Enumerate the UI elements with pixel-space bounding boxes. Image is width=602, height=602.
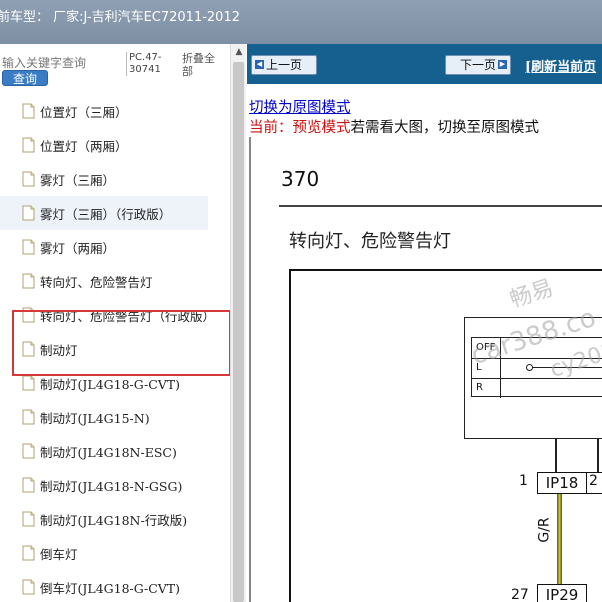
version-label: PC.47-30741 (126, 52, 174, 76)
tree-item-label: 制动灯(JL4G18N-ESC) (40, 444, 177, 460)
tree-item-label: 倒车灯(JL4G18-G-CVT) (40, 580, 181, 596)
tree-item-hovered[interactable]: 雾灯（三厢）（行政版） (0, 196, 208, 230)
document-icon (22, 409, 35, 425)
tree-item[interactable]: 制动灯(JL4G18-N-GSG) (0, 468, 230, 502)
document-icon (22, 511, 35, 527)
document-icon (22, 307, 35, 323)
next-page-button[interactable]: 下一页 ▶ (445, 55, 511, 75)
tree-item-label: 制动灯(JL4G18-G-CVT) (40, 376, 181, 392)
document-icon (22, 341, 35, 357)
document-icon (22, 443, 35, 459)
arrow-right-icon: ▶ (498, 60, 507, 69)
tree-item[interactable]: 制动灯(JL4G18-G-CVT) (0, 366, 230, 400)
wire-color-code: G/R (536, 517, 553, 543)
tree-item-label: 制动灯(JL4G15-N) (40, 410, 150, 426)
document-icon (22, 375, 35, 391)
prev-page-label: 上一页 (265, 58, 302, 72)
app-window: 前车型： 厂家:J-吉利汽车EC72011-2012 查询 PC.47-3074… (0, 0, 602, 602)
switch-row-line (472, 378, 602, 379)
tree-item-label: 转向灯、危险警告灯（行政版） (40, 308, 216, 324)
switch-table: OFF L R (471, 337, 602, 398)
connector-label: IP29 (537, 584, 587, 602)
scroll-up-icon[interactable]: ▲ (231, 44, 247, 60)
tree-item[interactable]: 倒车灯 (0, 536, 230, 570)
wiring-diagram: 370 转向灯、危险警告灯 OFF L R 1 IP18 2 G/R 27 IP… (249, 137, 602, 602)
tree-item[interactable]: 位置灯（两厢） (0, 128, 230, 162)
tree-item[interactable]: 位置灯（三厢） (0, 94, 230, 128)
title-bar: 前车型： 厂家:J-吉利汽车EC72011-2012 (0, 0, 602, 44)
document-icon (22, 477, 35, 493)
diagram-title: 转向灯、危险警告灯 (289, 231, 451, 252)
document-icon (22, 205, 35, 221)
switch-row-label: L (476, 362, 482, 373)
sidebar: 查询 PC.47-30741 折叠全部 位置灯（三厢） 位置灯（两厢） 雾灯（三… (0, 44, 230, 602)
document-icon (22, 171, 35, 187)
tree-item[interactable]: 雾灯（三厢） (0, 162, 230, 196)
tree-item-label: 制动灯 (40, 342, 78, 358)
pin-label: 2 (589, 473, 598, 489)
document-icon (22, 545, 35, 561)
tree-item-label: 制动灯(JL4G18-N-GSG) (40, 478, 183, 494)
viewer-navbar: ◀ 上一页 下一页 ▶ [刷新当前页 (247, 44, 602, 84)
connector-label: IP18 (537, 472, 587, 494)
document-icon (22, 137, 35, 153)
window-title: 前车型： 厂家:J-吉利汽车EC72011-2012 (0, 10, 240, 25)
tree-item[interactable]: 制动灯(JL4G18N-行政版) (0, 502, 230, 536)
tree-item-label: 雾灯（三厢）（行政版） (40, 206, 172, 222)
wire-green-yellow (557, 494, 562, 584)
tree-item-label: 位置灯（三厢） (40, 104, 128, 120)
tree-item-label: 雾灯（两厢） (40, 240, 116, 256)
tree-item[interactable]: 倒车灯(JL4G18-G-CVT) (0, 570, 230, 602)
diagram-page-number: 370 (281, 167, 320, 191)
wire-line (555, 439, 557, 472)
switch-row-line (472, 358, 602, 359)
tree-item-label: 转向灯、危险警告灯 (40, 274, 153, 290)
tree-item[interactable]: 制动灯 (0, 332, 230, 366)
sidebar-scrollbar[interactable]: ▲ (230, 44, 246, 602)
mode-hint: 若需看大图，切换至原图模式 (350, 120, 540, 136)
switch-row-label: R (476, 382, 483, 393)
scroll-thumb[interactable] (233, 62, 244, 602)
search-button[interactable]: 查询 (2, 70, 48, 86)
document-icon (22, 273, 35, 289)
diagram-rule (279, 205, 602, 207)
document-icon (22, 579, 35, 595)
pin-label: 1 (519, 473, 528, 489)
tree-list: 位置灯（三厢） 位置灯（两厢） 雾灯（三厢） 雾灯（三厢）（行政版） 雾灯（两厢… (0, 94, 230, 602)
viewer-panel: ◀ 上一页 下一页 ▶ [刷新当前页 切换为原图模式 当前：预览模式若需看大图，… (247, 44, 602, 602)
next-page-label: 下一页 (459, 58, 496, 72)
tree-item-label: 位置灯（两厢） (40, 138, 128, 154)
search-bar: 查询 PC.47-30741 折叠全部 (0, 44, 230, 90)
switch-column-line (500, 338, 501, 398)
mode-current: 当前：预览模式 (249, 120, 351, 136)
switch-row-label: OFF (476, 342, 496, 353)
collapse-all-button[interactable]: 折叠全部 (182, 52, 222, 78)
prev-page-button[interactable]: ◀ 上一页 (251, 55, 317, 75)
tree-item-label: 制动灯(JL4G18N-行政版) (40, 512, 188, 528)
pin-label: 27 (511, 587, 529, 602)
mode-status: 当前：预览模式若需看大图，切换至原图模式 (249, 116, 539, 137)
tree-item[interactable]: 转向灯、危险警告灯 (0, 264, 230, 298)
switch-wire (532, 367, 602, 368)
tree-item[interactable]: 制动灯(JL4G18N-ESC) (0, 434, 230, 468)
refresh-page-link[interactable]: [刷新当前页 (525, 56, 596, 75)
switch-node (526, 364, 533, 371)
document-icon (22, 103, 35, 119)
tree-item[interactable]: 雾灯（两厢） (0, 230, 230, 264)
switch-original-mode-link[interactable]: 切换为原图模式 (249, 96, 351, 117)
tree-item[interactable]: 制动灯(JL4G15-N) (0, 400, 230, 434)
tree-item[interactable]: 转向灯、危险警告灯（行政版） (0, 298, 230, 332)
tree-item-label: 倒车灯 (40, 546, 78, 562)
tree-item-label: 雾灯（三厢） (40, 172, 116, 188)
arrow-left-icon: ◀ (255, 60, 264, 69)
document-icon (22, 239, 35, 255)
wire-line (597, 439, 599, 472)
